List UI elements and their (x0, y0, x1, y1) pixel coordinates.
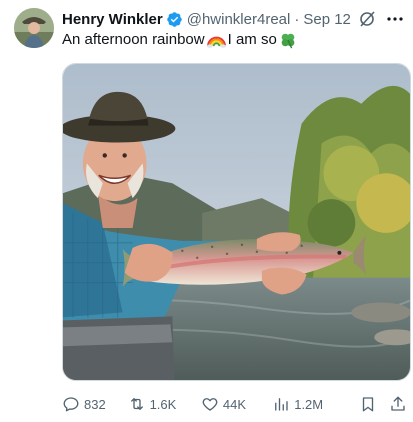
author-name[interactable]: Henry Winkler (62, 11, 163, 28)
tweet-date[interactable]: Sep 12 (303, 11, 351, 28)
views-button[interactable]: 1.2M (272, 395, 359, 413)
author-handle[interactable]: @hwinkler4real (187, 11, 291, 28)
reply-button[interactable]: 832 (62, 395, 128, 413)
like-button[interactable]: 44K (201, 395, 272, 413)
tweet-text-part1: An afternoon rainbow (62, 31, 205, 48)
views-chart-icon (275, 398, 288, 411)
share-button[interactable] (389, 395, 407, 413)
like-count: 44K (222, 396, 246, 412)
tweet-actions: 832 1.6K 44K 1.2M (62, 393, 407, 415)
share-icon (391, 396, 405, 411)
rainbow-emoji-icon (206, 31, 226, 48)
tweet-photo[interactable] (62, 63, 411, 381)
avatar[interactable] (14, 8, 54, 48)
reply-count: 832 (84, 396, 106, 412)
grok-icon[interactable] (357, 9, 377, 29)
bookmark-icon (362, 397, 374, 412)
tweet-header: Henry Winkler @hwinkler4real · Sep 12 (62, 9, 405, 29)
reply-icon (63, 397, 79, 412)
more-options-icon[interactable] (385, 9, 405, 29)
repost-icon (130, 398, 143, 410)
four-leaf-clover-icon (279, 31, 298, 49)
separator-dot: · (294, 10, 300, 28)
tweet-text: An afternoon rainbow I am so (62, 31, 300, 49)
repost-button[interactable]: 1.6K (128, 395, 201, 413)
repost-count: 1.6K (149, 396, 177, 412)
tweet-text-part2: I am so (227, 31, 277, 48)
heart-icon (202, 398, 218, 411)
verified-badge-icon[interactable] (166, 11, 183, 28)
views-count: 1.2M (294, 396, 324, 412)
bookmark-button[interactable] (359, 395, 377, 413)
